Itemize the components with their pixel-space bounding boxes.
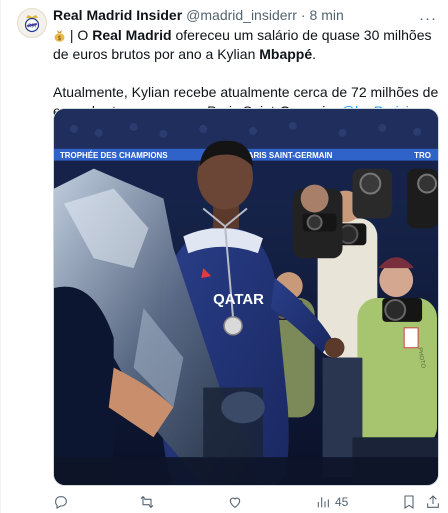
retweet-icon xyxy=(140,495,154,509)
more-horizontal-icon[interactable]: ··· xyxy=(419,10,437,27)
views-button[interactable]: 45 xyxy=(315,494,348,510)
share-icon xyxy=(427,495,439,508)
tweet-text: $ | O Real Madrid ofereceu um salário de… xyxy=(53,26,439,121)
banner-text-psg: PARIS SAINT-GERMAIN xyxy=(243,151,333,160)
svg-text:RM: RM xyxy=(28,24,36,30)
text-bold-real-madrid: Real Madrid xyxy=(92,27,172,43)
tweet-actions: 45 xyxy=(53,492,439,512)
tweet-photo[interactable]: TROPHÉE DES CHAMPIONS PARIS SAINT-GERMAI… xyxy=(53,108,439,486)
svg-text:$: $ xyxy=(58,35,62,42)
tweet[interactable]: RM Real Madrid Insider @madrid_insiderr … xyxy=(0,0,448,513)
text-segment: | O xyxy=(66,27,93,43)
text-bold-mbappe: Mbappé xyxy=(259,46,313,62)
bookmark-button[interactable] xyxy=(401,494,417,510)
like-button[interactable] xyxy=(227,494,243,510)
author-name[interactable]: Real Madrid Insider xyxy=(53,6,182,24)
tweet-content: Real Madrid Insider @madrid_insiderr · 8… xyxy=(53,6,439,121)
retweet-button[interactable] xyxy=(139,494,155,510)
author-handle[interactable]: @madrid_insiderr xyxy=(186,6,297,24)
banner-text-trophee: TROPHÉE DES CHAMPIONS xyxy=(60,151,168,160)
heart-icon xyxy=(229,497,241,508)
reply-icon xyxy=(55,496,67,509)
banner-text-tro: TRO xyxy=(414,151,431,160)
money-bag-emoji: $ xyxy=(54,30,65,42)
timestamp[interactable]: 8 min xyxy=(310,6,344,24)
tweet-paragraph-1: $ | O Real Madrid ofereceu um salário de… xyxy=(53,26,439,64)
views-chart-icon xyxy=(317,497,329,508)
header-separator: · xyxy=(300,7,306,23)
photo-mbappe-trophy: TROPHÉE DES CHAMPIONS PARIS SAINT-GERMAI… xyxy=(54,109,438,485)
text-segment: . xyxy=(312,46,317,62)
share-button[interactable] xyxy=(425,494,441,510)
jersey-sponsor-text: QATAR xyxy=(213,291,264,308)
views-count: 45 xyxy=(335,495,349,509)
tweet-header: Real Madrid Insider @madrid_insiderr · 8… xyxy=(53,6,439,24)
reply-button[interactable] xyxy=(53,494,69,510)
real-madrid-crest-icon: RM xyxy=(24,15,40,33)
avatar[interactable]: RM xyxy=(17,8,47,38)
bookmark-icon xyxy=(404,495,414,509)
